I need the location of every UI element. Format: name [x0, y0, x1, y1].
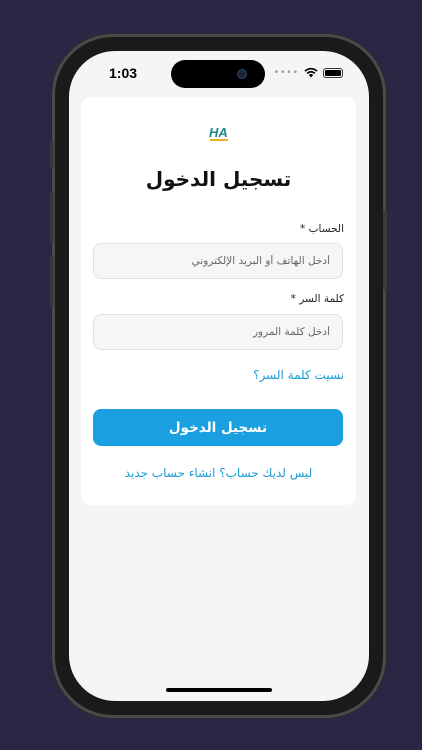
account-required-mark: *: [300, 223, 306, 235]
login-card: HA تسجيل الدخول الحساب * كلمة السر * نسي…: [81, 97, 356, 505]
camera-icon: [237, 69, 247, 79]
password-label-text: كلمة السر: [299, 293, 344, 305]
password-label: كلمة السر *: [291, 293, 344, 305]
status-time: 1:03: [109, 65, 138, 81]
wifi-icon: [304, 67, 318, 78]
battery-icon: [323, 67, 343, 78]
login-button[interactable]: تسجيل الدخول: [93, 409, 343, 446]
status-icons: ••••: [274, 67, 343, 78]
action-button: [50, 142, 54, 168]
volume-down-button: [50, 256, 54, 306]
account-input[interactable]: [93, 243, 343, 279]
page-title: تسجيل الدخول: [145, 167, 292, 191]
home-indicator[interactable]: [166, 688, 272, 692]
status-bar: 1:03 ••••: [69, 51, 369, 95]
password-required-mark: *: [290, 293, 296, 305]
forgot-password-link[interactable]: نسيت كلمة السر؟: [253, 368, 344, 382]
signal-dots-icon: ••••: [273, 67, 299, 78]
dynamic-island: [171, 60, 265, 88]
logo-text: HA: [209, 125, 228, 140]
account-label: الحساب *: [300, 223, 344, 235]
power-button: [383, 210, 387, 290]
phone-screen: 1:03 •••• HA تسجيل الدخول الحساب * أدخل …: [69, 51, 369, 701]
signup-link[interactable]: ليس لديك حساب؟ انشاء حساب جديد: [81, 466, 356, 480]
account-label-text: الحساب: [308, 223, 344, 235]
app-logo-icon: HA: [209, 125, 228, 141]
volume-up-button: [50, 192, 54, 242]
password-input[interactable]: [93, 314, 343, 350]
